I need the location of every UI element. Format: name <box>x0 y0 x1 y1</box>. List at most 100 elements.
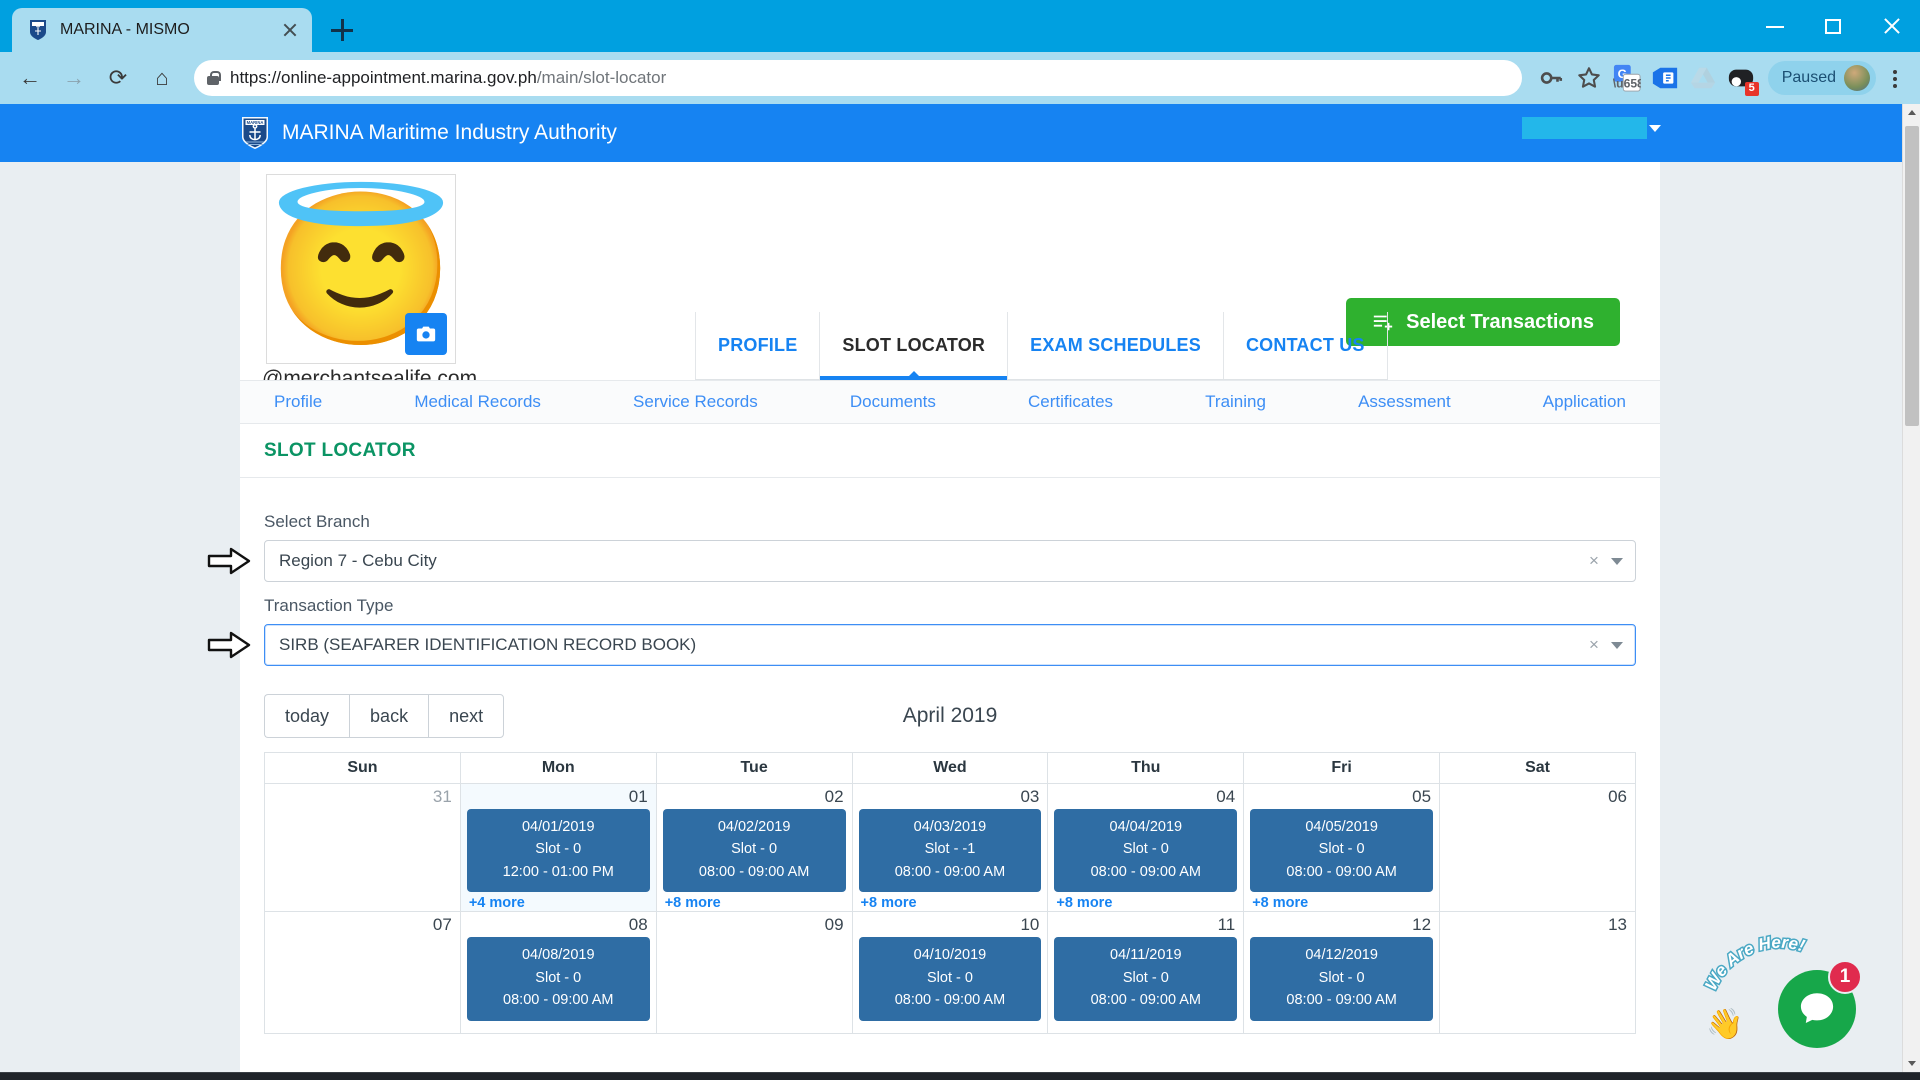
calendar-event-date: 04/11/2019 <box>1110 947 1182 964</box>
google-drive-icon[interactable] <box>1686 61 1720 95</box>
subnav-item-profile[interactable]: Profile <box>274 392 322 412</box>
profile-pill[interactable]: Paused <box>1767 61 1876 95</box>
calendar-event[interactable]: 04/01/2019 Slot - 0 12:00 - 01:00 PM <box>466 809 650 893</box>
web-page: MARINA MARINA Maritime Industry Authorit… <box>0 104 1902 1072</box>
chevron-down-icon <box>1649 124 1661 132</box>
calendar-more-link[interactable]: +8 more <box>1244 892 1439 911</box>
clear-icon[interactable]: × <box>1583 551 1605 571</box>
new-tab-button[interactable] <box>322 10 362 50</box>
browser-tab-strip: MARINA - MISMO <box>0 0 1920 52</box>
calendar-next-button[interactable]: next <box>428 694 505 738</box>
calendar-event[interactable]: 04/03/2019 Slot - -1 08:00 - 09:00 AM <box>858 809 1042 893</box>
key-icon[interactable] <box>1534 61 1568 95</box>
calendar-more-link[interactable]: +8 more <box>1048 892 1243 911</box>
subnav-item-certificates[interactable]: Certificates <box>1028 392 1113 412</box>
calendar-toolbar: today back next April 2019 <box>264 694 1636 738</box>
calendar-event[interactable]: 04/11/2019 Slot - 0 08:00 - 09:00 AM <box>1054 937 1238 1021</box>
calendar-event-slot: Slot - 0 <box>1318 969 1365 986</box>
lock-icon <box>206 70 221 86</box>
calendar-today-button[interactable]: today <box>264 694 350 738</box>
calendar-day-cell[interactable]: 08 04/08/2019 Slot - 0 08:00 - 09:00 AM <box>459 911 657 1035</box>
back-icon[interactable]: ← <box>10 58 50 98</box>
vertical-scrollbar[interactable] <box>1902 104 1920 1072</box>
site-header: MARINA MARINA Maritime Industry Authorit… <box>0 104 1902 162</box>
subnav-item-training[interactable]: Training <box>1205 392 1266 412</box>
scroll-down-icon[interactable] <box>1903 1054 1920 1072</box>
browser-menu-button[interactable] <box>1880 58 1910 98</box>
calendar-week-row: 07 08 04/08/2019 Slot - 0 08:00 - 09:00 AM 09… <box>264 911 1636 1035</box>
scroll-up-icon[interactable] <box>1903 104 1920 122</box>
subnav-item-service-records[interactable]: Service Records <box>633 392 758 412</box>
maximize-button[interactable] <box>1804 0 1862 52</box>
calendar-day-cell[interactable]: 11 04/11/2019 Slot - 0 08:00 - 09:00 AM <box>1047 911 1245 1035</box>
calendar-day-cell[interactable]: 03 04/03/2019 Slot - -1 08:00 - 09:00 AM +8 … <box>851 782 1049 913</box>
page-viewport: MARINA MARINA Maritime Industry Authorit… <box>0 104 1920 1072</box>
calendar-day-cell[interactable]: 10 04/10/2019 Slot - 0 08:00 - 09:00 AM <box>851 911 1049 1035</box>
subnav-item-documents[interactable]: Documents <box>850 392 936 412</box>
browser-tab[interactable]: MARINA - MISMO <box>12 8 312 52</box>
minimize-button[interactable] <box>1746 0 1804 52</box>
chevron-down-icon[interactable] <box>1605 641 1629 649</box>
avatar[interactable] <box>1844 65 1870 91</box>
tab-contact-us[interactable]: CONTACT US <box>1222 312 1388 379</box>
calendar-event[interactable]: 04/02/2019 Slot - 0 08:00 - 09:00 AM <box>662 809 846 893</box>
close-icon[interactable] <box>278 18 302 42</box>
calendar-day-cell[interactable]: 12 04/12/2019 Slot - 0 08:00 - 09:00 AM <box>1243 911 1441 1035</box>
calendar-day-cell[interactable]: 31 <box>264 782 461 913</box>
account-menu[interactable] <box>1522 117 1661 139</box>
clear-icon[interactable]: × <box>1583 635 1605 655</box>
content-card: 😇 @merchantsealife.com Select Transactio… <box>207 162 1660 1072</box>
calendar-event-date: 04/08/2019 <box>521 947 595 964</box>
scrollbar-thumb[interactable] <box>1905 126 1919 426</box>
calendar-more-link[interactable]: +4 more <box>461 892 656 911</box>
calendar-day-cell[interactable]: 13 <box>1439 911 1636 1035</box>
url-path: /main/slot-locator <box>536 68 667 87</box>
google-translate-icon[interactable]: G \u6587 <box>1610 61 1651 95</box>
calendar-event-slot: Slot - 0 <box>1122 841 1169 858</box>
calendar-day-number: 06 <box>1608 787 1627 806</box>
calendar-day-cell[interactable]: 05 04/05/2019 Slot - 0 08:00 - 09:00 AM +8 m… <box>1243 782 1441 913</box>
calendar-day-cell[interactable]: 01 04/01/2019 Slot - 0 12:00 - 01:00 PM +4 m… <box>459 782 657 913</box>
tab-profile[interactable]: PROFILE <box>695 312 819 379</box>
forward-icon[interactable]: → <box>54 58 94 98</box>
home-icon[interactable]: ⌂ <box>142 58 182 98</box>
calendar-event[interactable]: 04/10/2019 Slot - 0 08:00 - 09:00 AM <box>858 937 1042 1021</box>
calendar-event[interactable]: 04/05/2019 Slot - 0 08:00 - 09:00 AM <box>1250 809 1434 893</box>
star-icon[interactable] <box>1572 61 1606 95</box>
camera-icon[interactable] <box>405 313 447 355</box>
calendar-event-slot: Slot - -1 <box>924 841 976 858</box>
subnav-item-assessment[interactable]: Assessment <box>1358 392 1451 412</box>
calendar-day-cell[interactable]: 02 04/02/2019 Slot - 0 08:00 - 09:00 AM +8 m… <box>655 782 853 913</box>
reload-icon[interactable]: ⟳ <box>98 58 138 98</box>
dark-recorder-icon[interactable]: 5 <box>1724 61 1759 96</box>
calendar-day-number: 08 <box>628 915 648 935</box>
chevron-down-icon[interactable] <box>1605 557 1629 565</box>
calendar-day-cell[interactable]: 06 <box>1439 782 1636 913</box>
calendar-back-button[interactable]: back <box>349 694 429 738</box>
calendar-event[interactable]: 04/08/2019 Slot - 0 08:00 - 09:00 AM <box>466 937 650 1021</box>
active-tab-pointer-icon <box>904 371 923 380</box>
subnav-item-medical-records[interactable]: Medical Records <box>414 392 541 412</box>
chat-bubble-icon[interactable] <box>1778 970 1856 1048</box>
calendar-day-cell[interactable]: 04 04/04/2019 Slot - 0 08:00 - 09:00 AM +8 m… <box>1047 782 1245 913</box>
transaction-type-select[interactable]: SIRB (SEAFARER IDENTIFICATION RECORD BOO… <box>207 624 1636 666</box>
calendar-event[interactable]: 04/12/2019 Slot - 0 08:00 - 09:00 AM <box>1250 937 1434 1021</box>
calendar-day-cell[interactable]: 07 <box>264 911 461 1035</box>
calendar-more-link[interactable]: +8 more <box>657 892 852 911</box>
calendar-more-link[interactable]: +8 more <box>853 892 1048 911</box>
calendar-event-time: 08:00 - 09:00 AM <box>1090 863 1202 880</box>
weekday-header: Thu <box>1047 752 1245 784</box>
calendar-event[interactable]: 04/04/2019 Slot - 0 08:00 - 09:00 AM <box>1054 809 1238 893</box>
calendar-event-time: 08:00 - 09:00 AM <box>1286 863 1397 880</box>
subnav-item-application[interactable]: Application <box>1543 392 1626 412</box>
tab-exam-schedules[interactable]: EXAM SCHEDULES <box>1007 312 1223 379</box>
calendar-day-cell[interactable]: 09 <box>655 911 853 1035</box>
branch-select[interactable]: Region 7 - Cebu City × <box>207 540 1636 582</box>
chat-widget[interactable]: We Are Here! 👋 1 <box>1700 910 1866 1060</box>
close-window-button[interactable] <box>1862 0 1920 52</box>
tab-slot-locator[interactable]: SLOT LOCATOR <box>819 312 1007 380</box>
blue-extension-icon[interactable] <box>1648 61 1682 95</box>
tab-label: SLOT LOCATOR <box>842 335 986 355</box>
address-bar[interactable]: https://online-appointment.marina.gov.ph… <box>194 60 1522 96</box>
extension-badge-count: 5 <box>1744 82 1759 96</box>
